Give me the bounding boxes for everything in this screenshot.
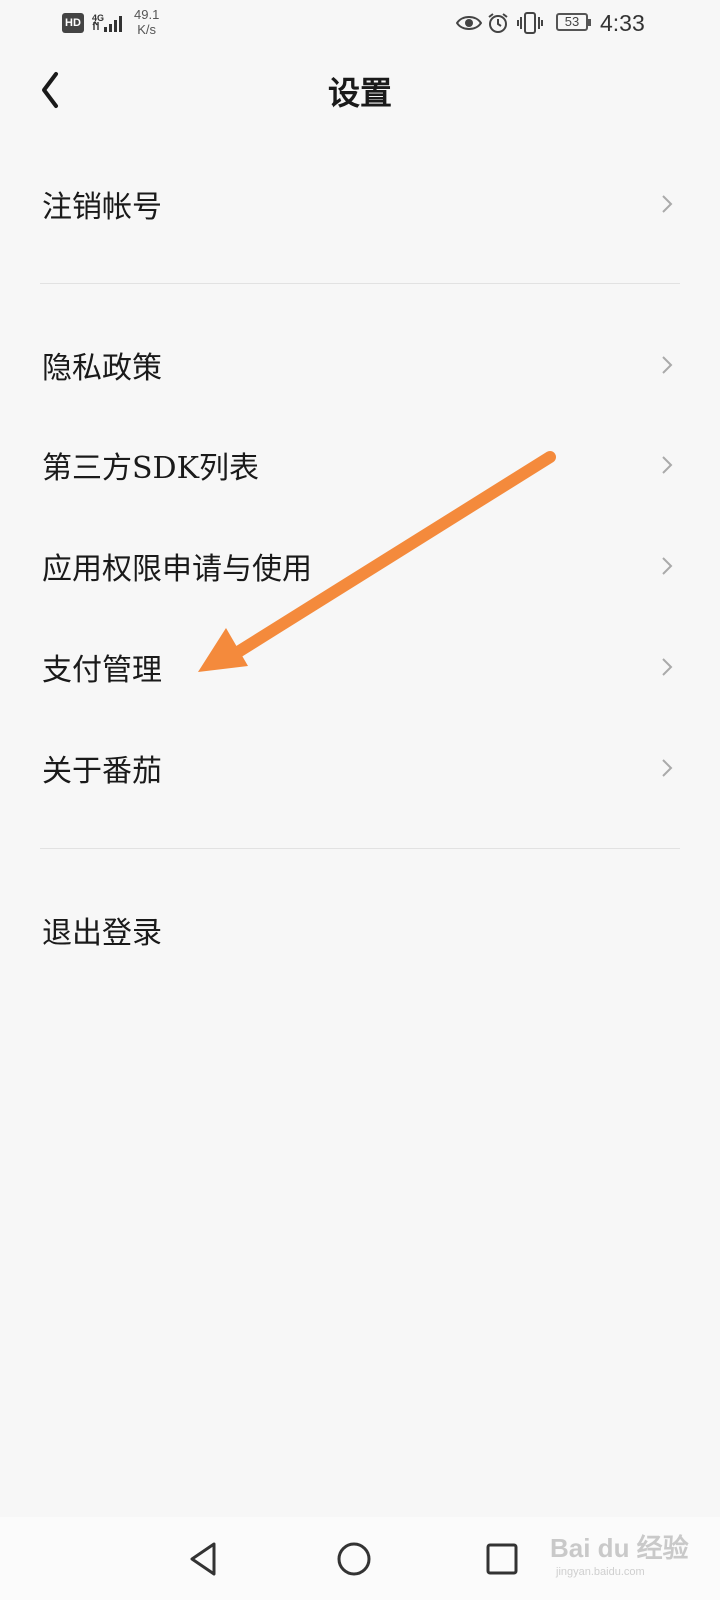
settings-item-label: 应用权限申请与使用 xyxy=(42,552,312,587)
home-circle-icon[interactable] xyxy=(334,1539,374,1579)
settings-item-about[interactable]: 关于番茄 xyxy=(0,718,720,818)
settings-item-privacy-policy[interactable]: 隐私政策 xyxy=(0,315,720,415)
watermark: Bai du 经验 xyxy=(550,1533,689,1563)
chevron-right-icon xyxy=(662,195,673,213)
chevron-right-icon xyxy=(662,456,673,474)
settings-item-payment-management[interactable]: 支付管理 xyxy=(0,617,720,717)
eye-icon xyxy=(456,16,482,30)
settings-item-label: 第三方SDK列表 xyxy=(42,451,260,486)
watermark-url: jingyan.baidu.com xyxy=(556,1566,645,1578)
settings-item-deactivate-account[interactable]: 注销帐号 xyxy=(0,154,720,254)
recents-square-icon[interactable] xyxy=(482,1539,522,1579)
chevron-right-icon xyxy=(662,658,673,676)
settings-item-label: 退出登录 xyxy=(42,916,162,951)
battery-indicator: 53 xyxy=(556,13,591,31)
status-bar: HD 4G 49.1 K/s 53 4:33 xyxy=(0,0,720,48)
network-type-text: 4G xyxy=(92,13,104,23)
settings-item-logout[interactable]: 退出登录 xyxy=(0,880,720,980)
settings-item-label: 关于番茄 xyxy=(42,754,162,789)
settings-item-third-party-sdk[interactable]: 第三方SDK列表 xyxy=(0,415,720,515)
back-triangle-icon[interactable] xyxy=(184,1539,224,1579)
settings-item-label: 注销帐号 xyxy=(42,190,162,225)
speed-unit: K/s xyxy=(137,22,157,37)
signal-icon: 4G xyxy=(92,13,122,32)
speed-value: 49.1 xyxy=(134,7,160,22)
page-title: 设置 xyxy=(327,74,392,112)
settings-item-app-permissions[interactable]: 应用权限申请与使用 xyxy=(0,516,720,616)
clock: 4:33 xyxy=(600,10,645,36)
divider xyxy=(40,283,680,284)
chevron-right-icon xyxy=(662,557,673,575)
alarm-icon xyxy=(488,13,508,33)
chevron-right-icon xyxy=(662,356,673,374)
network-speed: 49.1 K/s xyxy=(134,7,159,37)
settings-item-label: 支付管理 xyxy=(42,653,162,688)
vibrate-icon xyxy=(517,12,543,34)
settings-item-label: 隐私政策 xyxy=(42,351,162,386)
hd-badge: HD xyxy=(62,13,84,33)
chevron-right-icon xyxy=(662,759,673,777)
divider xyxy=(40,848,680,849)
